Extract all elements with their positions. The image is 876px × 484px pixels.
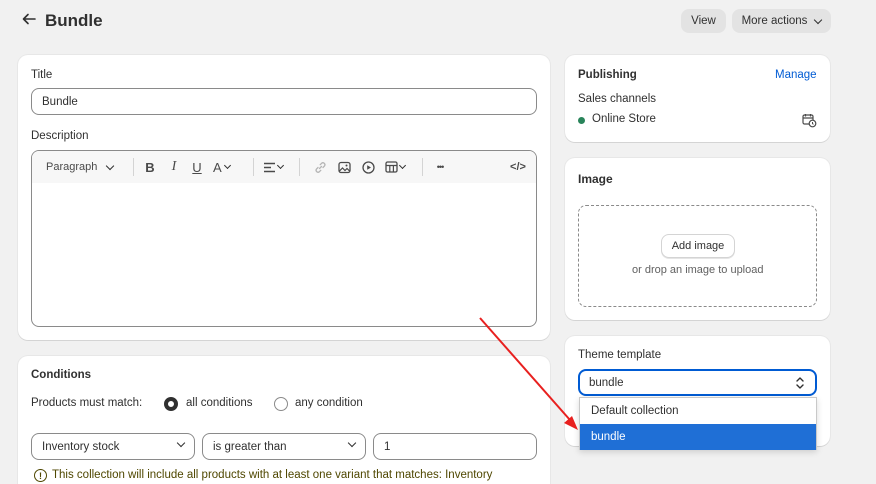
theme-template-select[interactable]: bundle <box>578 369 817 396</box>
toolbar-divider <box>299 158 300 176</box>
chevron-down-icon <box>106 161 115 170</box>
top-bar: Bundle View More actions <box>0 0 876 44</box>
any-condition-radio[interactable] <box>274 397 288 411</box>
dropdown-option[interactable]: Default collection <box>580 398 816 424</box>
publishing-heading: Publishing <box>578 69 637 81</box>
image-icon <box>337 161 351 173</box>
chevron-down-icon <box>347 438 357 448</box>
chevron-down-icon <box>814 15 823 24</box>
condition-field-select[interactable]: Inventory stock <box>31 433 195 460</box>
link-icon <box>314 161 326 173</box>
any-condition-label[interactable]: any condition <box>295 397 363 409</box>
chevron-down-icon <box>276 161 285 170</box>
code-view-button[interactable]: </> <box>508 159 528 175</box>
toolbar-divider <box>422 158 423 176</box>
theme-template-value: bundle <box>589 376 624 389</box>
table-button[interactable] <box>385 159 411 175</box>
title-input[interactable]: Bundle <box>31 88 537 115</box>
insert-image-button[interactable] <box>336 159 352 175</box>
align-button[interactable] <box>263 159 289 175</box>
page-title: Bundle <box>45 11 103 30</box>
all-conditions-label[interactable]: all conditions <box>186 397 252 409</box>
online-store-channel: Online Store <box>592 113 656 125</box>
editor-body[interactable] <box>32 183 536 326</box>
text-color-button[interactable]: A <box>213 159 243 175</box>
match-label: Products must match: <box>31 397 143 409</box>
bold-button[interactable]: B <box>142 159 158 175</box>
align-left-icon <box>264 162 275 172</box>
add-image-button[interactable]: Add image <box>661 234 735 258</box>
dropdown-option-selected[interactable]: bundle <box>580 424 816 450</box>
condition-field-value: Inventory stock <box>42 440 120 453</box>
view-button[interactable]: View <box>681 9 726 33</box>
toolbar-divider <box>459 158 460 176</box>
description-label: Description <box>31 130 89 142</box>
paragraph-label: Paragraph <box>46 161 98 173</box>
underline-button[interactable]: U <box>189 159 205 175</box>
more-actions-label: More actions <box>741 15 808 27</box>
image-heading: Image <box>578 172 613 186</box>
theme-template-label: Theme template <box>578 349 662 361</box>
all-conditions-radio[interactable] <box>164 397 178 411</box>
condition-operator-select[interactable]: is greater than <box>202 433 366 460</box>
description-editor: Paragraph B I U A ••• </> <box>31 150 537 327</box>
sales-channels-label: Sales channels <box>578 93 656 105</box>
toolbar-divider <box>253 158 254 176</box>
dropzone-hint: or drop an image to upload <box>632 264 764 276</box>
chevron-down-icon <box>398 161 407 170</box>
conditions-card <box>18 356 550 484</box>
calendar-schedule-icon[interactable] <box>802 113 817 131</box>
manage-link[interactable]: Manage <box>775 69 817 81</box>
play-circle-icon <box>361 160 375 174</box>
text-color-label: A <box>213 159 222 175</box>
back-arrow-icon[interactable] <box>22 12 36 31</box>
status-dot-icon <box>578 117 585 124</box>
select-arrows-icon <box>796 377 804 389</box>
more-actions-button[interactable]: More actions <box>732 9 831 33</box>
editor-toolbar: Paragraph B I U A ••• </> <box>32 151 536 183</box>
toolbar-divider <box>133 158 134 176</box>
conditions-heading: Conditions <box>31 369 92 381</box>
condition-value-input[interactable]: 1 <box>373 433 537 460</box>
link-button[interactable] <box>312 159 328 175</box>
warning-icon: ! <box>34 469 47 482</box>
chevron-down-icon <box>176 438 186 448</box>
paragraph-select[interactable]: Paragraph <box>46 159 122 175</box>
table-icon <box>385 161 398 173</box>
more-formatting-button[interactable]: ••• <box>431 159 449 175</box>
chevron-down-icon <box>223 161 231 170</box>
insert-video-button[interactable] <box>360 159 376 175</box>
title-label: Title <box>31 69 53 81</box>
condition-operator-value: is greater than <box>213 440 287 453</box>
conditions-notice: This collection will include all product… <box>52 469 493 481</box>
italic-button[interactable]: I <box>166 159 182 175</box>
theme-template-dropdown: Default collection bundle <box>579 397 817 450</box>
